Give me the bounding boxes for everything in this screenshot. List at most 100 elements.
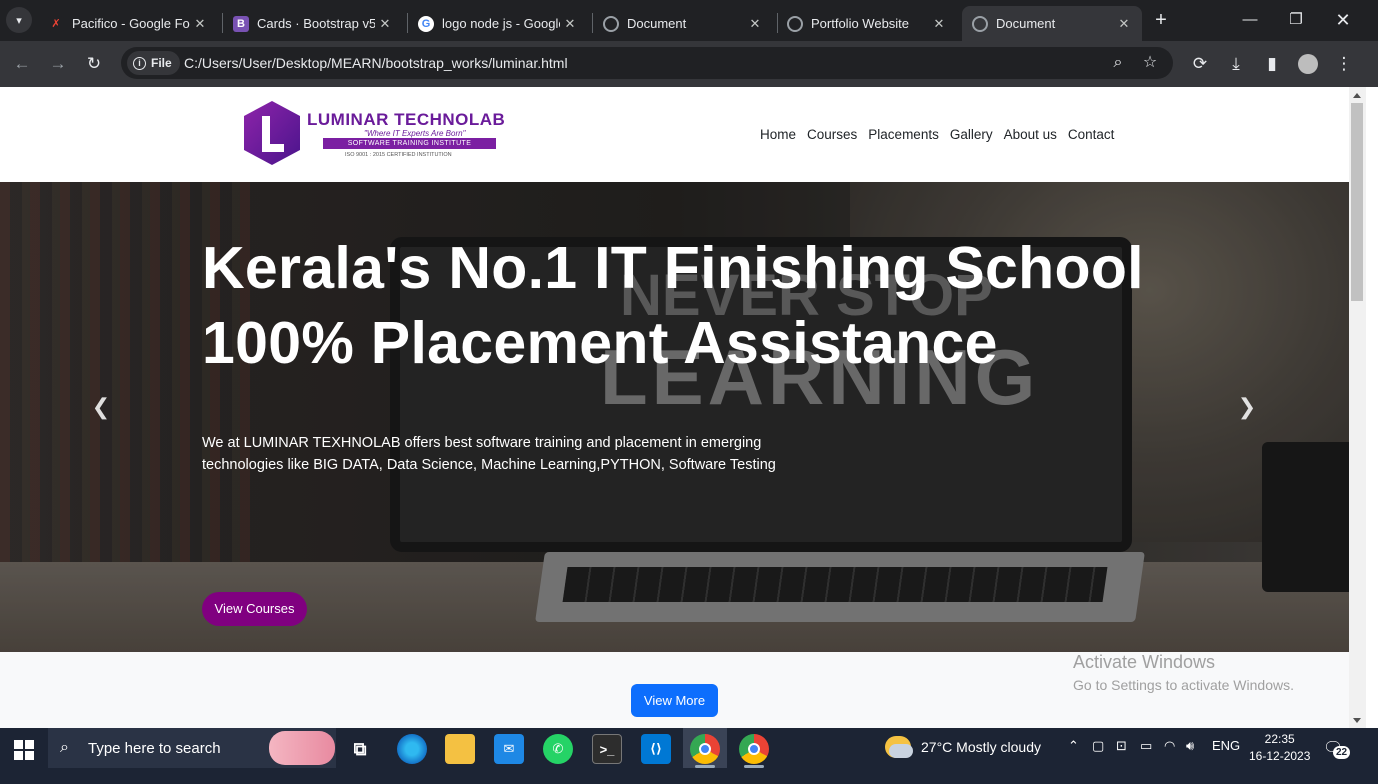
notification-count-badge: 22 bbox=[1333, 746, 1351, 759]
nav-contact[interactable]: Contact bbox=[1068, 127, 1115, 142]
close-window-button[interactable]: ✕ bbox=[1323, 6, 1363, 34]
nav-about[interactable]: About us bbox=[1004, 127, 1057, 142]
logo-brand-text: LUMINAR TECHNOLAB bbox=[307, 110, 506, 129]
view-more-button[interactable]: View More bbox=[631, 684, 718, 717]
scrollbar-thumb[interactable] bbox=[1351, 103, 1363, 301]
reload-button[interactable]: ↻ bbox=[81, 51, 107, 77]
clock-date: 16-12-2023 bbox=[1249, 749, 1311, 763]
google-fonts-icon: ✗ bbox=[48, 15, 64, 32]
vscode-icon[interactable]: ⟨⟩ bbox=[641, 734, 671, 764]
weather-widget[interactable]: 27°C Mostly cloudy bbox=[885, 736, 1041, 758]
bootstrap-icon: B bbox=[233, 15, 249, 32]
url-text[interactable]: C:/Users/User/Desktop/MEARN/bootstrap_wo… bbox=[184, 55, 568, 71]
site-navbar: LUMINAR TECHNOLAB "Where IT Experts Are … bbox=[0, 87, 1349, 182]
close-icon[interactable]: ✕ bbox=[929, 16, 949, 32]
globe-icon bbox=[972, 15, 988, 32]
battery-icon[interactable]: ▭ bbox=[1140, 738, 1152, 754]
carousel-next-button[interactable]: ❯ bbox=[1232, 392, 1262, 422]
minimize-button[interactable]: — bbox=[1230, 6, 1270, 34]
tab-strip: ▾ ✗ Pacifico - Google Fon ✕ B Cards · Bo… bbox=[0, 0, 1378, 41]
forward-button[interactable]: → bbox=[45, 51, 71, 77]
site-logo[interactable]: LUMINAR TECHNOLAB "Where IT Experts Are … bbox=[242, 100, 514, 166]
tab-2[interactable]: B Cards · Bootstrap v5.3 ✕ bbox=[223, 6, 403, 41]
tab-6-active[interactable]: Document ✕ bbox=[962, 6, 1142, 41]
running-indicator bbox=[695, 765, 715, 768]
hero-headline-2: 100% Placement Assistance bbox=[202, 310, 998, 376]
scroll-up-arrow[interactable] bbox=[1353, 93, 1361, 98]
chevron-left-icon: ❮ bbox=[91, 394, 111, 419]
new-tab-button[interactable]: + bbox=[1150, 8, 1172, 32]
scroll-down-arrow[interactable] bbox=[1353, 718, 1361, 723]
cloudy-weather-icon bbox=[885, 736, 913, 758]
edge-browser-icon[interactable] bbox=[397, 734, 427, 764]
hero-description: We at LUMINAR TEXHNOLAB offers best soft… bbox=[202, 435, 776, 473]
tab-title: Portfolio Website bbox=[811, 16, 910, 31]
close-icon[interactable]: ✕ bbox=[190, 16, 210, 32]
view-courses-button[interactable]: View Courses bbox=[202, 592, 307, 626]
globe-icon bbox=[787, 15, 803, 32]
nav-home[interactable]: Home bbox=[760, 127, 796, 142]
tab-search-button[interactable]: ▾ bbox=[6, 7, 32, 33]
bookmark-star-icon[interactable]: ☆ bbox=[1138, 51, 1162, 75]
language-indicator[interactable]: ENG bbox=[1212, 738, 1240, 753]
close-icon[interactable]: ✕ bbox=[1114, 16, 1134, 32]
search-placeholder: Type here to search bbox=[88, 739, 221, 757]
watermark-line-2: Go to Settings to activate Windows. bbox=[1073, 677, 1294, 693]
nav-courses[interactable]: Courses bbox=[807, 127, 857, 142]
task-view-icon[interactable]: ⧉ bbox=[345, 734, 375, 764]
network-status-icon[interactable]: ⊡ bbox=[1116, 738, 1127, 754]
page-scrollbar[interactable] bbox=[1349, 87, 1366, 728]
address-bar[interactable]: i File C:/Users/User/Desktop/MEARN/boots… bbox=[121, 47, 1173, 79]
zoom-icon[interactable]: ⌕ bbox=[1106, 51, 1130, 75]
menu-icon[interactable]: ⋮ bbox=[1331, 51, 1357, 77]
side-panel-icon[interactable]: ▮ bbox=[1259, 51, 1285, 77]
tab-3[interactable]: G logo node js - Google ✕ bbox=[408, 6, 588, 41]
tab-4[interactable]: Document ✕ bbox=[593, 6, 773, 41]
back-button[interactable]: ← bbox=[9, 51, 35, 77]
volume-icon[interactable]: 🔊︎ bbox=[1186, 738, 1194, 754]
meet-now-icon[interactable]: ▢ bbox=[1092, 738, 1104, 754]
carousel-prev-button[interactable]: ❮ bbox=[86, 392, 116, 422]
logo-hexagon-icon bbox=[244, 101, 300, 165]
chevron-up-icon[interactable]: ⌃ bbox=[1068, 738, 1079, 754]
site-info-chip[interactable]: i File bbox=[127, 51, 180, 75]
google-icon: G bbox=[418, 15, 434, 32]
terminal-icon[interactable]: >_ bbox=[592, 734, 622, 764]
axolotl-illustration-icon bbox=[268, 731, 335, 765]
running-indicator bbox=[744, 765, 764, 768]
windows-start-icon[interactable] bbox=[14, 740, 34, 760]
wifi-icon[interactable]: ◠ bbox=[1164, 738, 1175, 754]
activate-windows-watermark: Activate Windows Go to Settings to activ… bbox=[1073, 652, 1294, 693]
tab-title: logo node js - Google bbox=[442, 16, 560, 31]
watermark-line-1: Activate Windows bbox=[1073, 652, 1216, 672]
chrome-profile-icon[interactable] bbox=[739, 734, 769, 764]
file-explorer-icon[interactable] bbox=[445, 734, 475, 764]
hero-carousel: NEVER STOP LEARNING Kerala's No.1 IT Fin… bbox=[0, 182, 1349, 652]
tab-title: Document bbox=[627, 16, 687, 31]
download-icon[interactable]: ⤓ bbox=[1223, 51, 1249, 77]
whatsapp-icon[interactable]: ✆ bbox=[543, 734, 573, 764]
nav-placements[interactable]: Placements bbox=[868, 127, 939, 142]
extension-icon[interactable]: ⟳ bbox=[1187, 51, 1213, 77]
restore-button[interactable]: ❐ bbox=[1276, 6, 1316, 34]
browser-toolbar: ← → ↻ i File C:/Users/User/Desktop/MEARN… bbox=[0, 41, 1378, 87]
close-icon[interactable]: ✕ bbox=[375, 16, 395, 32]
search-icon: ⌕ bbox=[60, 739, 69, 756]
close-icon[interactable]: ✕ bbox=[745, 16, 765, 32]
tab-title: Document bbox=[996, 16, 1056, 31]
tab-1[interactable]: ✗ Pacifico - Google Fon ✕ bbox=[38, 6, 218, 41]
system-clock[interactable]: 22:35 16-12-2023 bbox=[1249, 731, 1310, 765]
nav-gallery[interactable]: Gallery bbox=[950, 127, 993, 142]
profile-avatar[interactable] bbox=[1295, 51, 1321, 77]
logo-tagline: "Where IT Experts Are Born" bbox=[364, 129, 466, 138]
logo-strip: SOFTWARE TRAINING INSTITUTE bbox=[323, 138, 496, 149]
mail-icon[interactable]: ✉ bbox=[494, 734, 524, 764]
taskbar-search-box[interactable]: ⌕ Type here to search bbox=[48, 728, 336, 768]
chrome-icon[interactable] bbox=[690, 734, 720, 764]
windows-taskbar: ⌕ Type here to search ⧉ ✉ ✆ >_ ⟨⟩ 27°C M… bbox=[0, 728, 1378, 784]
close-icon[interactable]: ✕ bbox=[560, 16, 580, 32]
chip-label: File bbox=[151, 56, 172, 70]
chevron-right-icon: ❯ bbox=[1237, 394, 1257, 419]
notification-center-button[interactable]: 🗨︎ 22 bbox=[1323, 738, 1353, 760]
tab-5[interactable]: Portfolio Website ✕ bbox=[777, 6, 957, 41]
